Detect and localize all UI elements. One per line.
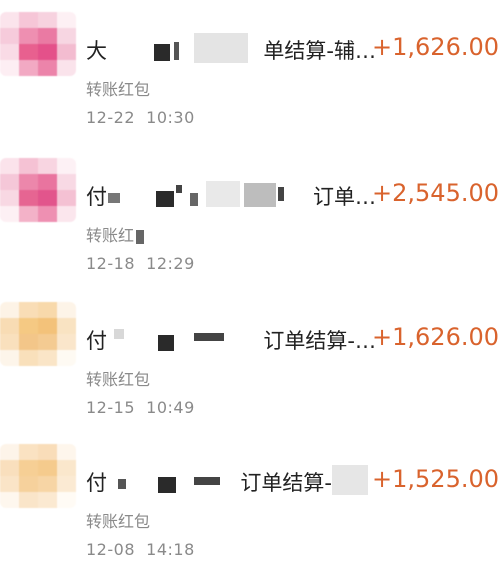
- redacted-mosaic: [158, 477, 176, 493]
- timestamp: 12-08 14:18: [86, 540, 195, 559]
- redacted-mosaic: [108, 193, 120, 203]
- transaction-item[interactable]: 大 单结算-辅… +1,626.00 转账红包 12-22 10:30: [0, 0, 503, 135]
- transaction-title: 大 单结算-辅…: [86, 33, 376, 63]
- time: 12:29: [146, 254, 195, 273]
- redacted-mosaic: [136, 230, 145, 244]
- transaction-title: 付 订单结算-: [86, 465, 376, 495]
- redacted-mosaic: [278, 187, 284, 201]
- transaction-item[interactable]: 付 订单结算- +1,525.00 转账红包 12-08 14:18: [0, 432, 503, 563]
- time: 10:30: [146, 108, 195, 127]
- redacted-mosaic: [244, 183, 276, 207]
- subtitle: 转账红: [86, 222, 145, 246]
- amount: +1,525.00: [372, 465, 499, 493]
- redacted-mosaic: [332, 465, 368, 495]
- redacted-mosaic: [154, 44, 170, 61]
- redacted-mosaic: [190, 193, 198, 206]
- transaction-title: 付 订单结算-…: [86, 323, 376, 353]
- title-lead: 付: [86, 185, 107, 209]
- redacted-mosaic: [194, 33, 248, 63]
- subtitle: 转账红包: [86, 370, 151, 389]
- title-lead: 付: [86, 471, 107, 495]
- date: 12-22: [86, 108, 135, 127]
- transaction-item[interactable]: 付 订单结算-… +1,626.00 转账红包 12-15 10:49: [0, 290, 503, 425]
- redacted-mosaic: [118, 479, 126, 489]
- redacted-mosaic: [194, 477, 220, 485]
- redacted-mosaic: [174, 42, 179, 60]
- title-lead: 付: [86, 329, 107, 353]
- transaction-item[interactable]: 付 订单… +2,545.00 转账红 12-18 12:29: [0, 146, 503, 281]
- redacted-mosaic: [206, 181, 240, 207]
- timestamp: 12-22 10:30: [86, 108, 195, 127]
- subtitle: 转账红包: [86, 512, 151, 531]
- transaction-list: 大 单结算-辅… +1,626.00 转账红包 12-22 10:30 付 订单…: [0, 0, 503, 563]
- avatar[interactable]: [0, 444, 76, 508]
- date: 12-08: [86, 540, 135, 559]
- title-lead: 大: [86, 39, 107, 63]
- amount: +1,626.00: [372, 323, 499, 351]
- date: 12-18: [86, 254, 135, 273]
- avatar[interactable]: [0, 158, 76, 222]
- subtitle: 转账红包: [86, 80, 151, 99]
- title-tail: 订单结算-…: [261, 325, 376, 353]
- redacted-mosaic: [194, 333, 224, 341]
- redacted-mosaic: [158, 335, 174, 351]
- title-tail: 单结算-辅…: [261, 35, 376, 63]
- amount: +2,545.00: [372, 179, 499, 207]
- redacted-mosaic: [114, 329, 124, 339]
- avatar[interactable]: [0, 302, 76, 366]
- avatar[interactable]: [0, 12, 76, 76]
- title-tail: 订单…: [311, 181, 376, 209]
- redacted-mosaic: [156, 191, 174, 207]
- amount: +1,626.00: [372, 33, 499, 61]
- time: 10:49: [146, 398, 195, 417]
- title-tail: 订单结算-: [238, 467, 332, 495]
- transaction-title: 付 订单…: [86, 179, 376, 209]
- timestamp: 12-18 12:29: [86, 254, 195, 273]
- timestamp: 12-15 10:49: [86, 398, 195, 417]
- date: 12-15: [86, 398, 135, 417]
- redacted-mosaic: [176, 185, 182, 193]
- time: 14:18: [146, 540, 195, 559]
